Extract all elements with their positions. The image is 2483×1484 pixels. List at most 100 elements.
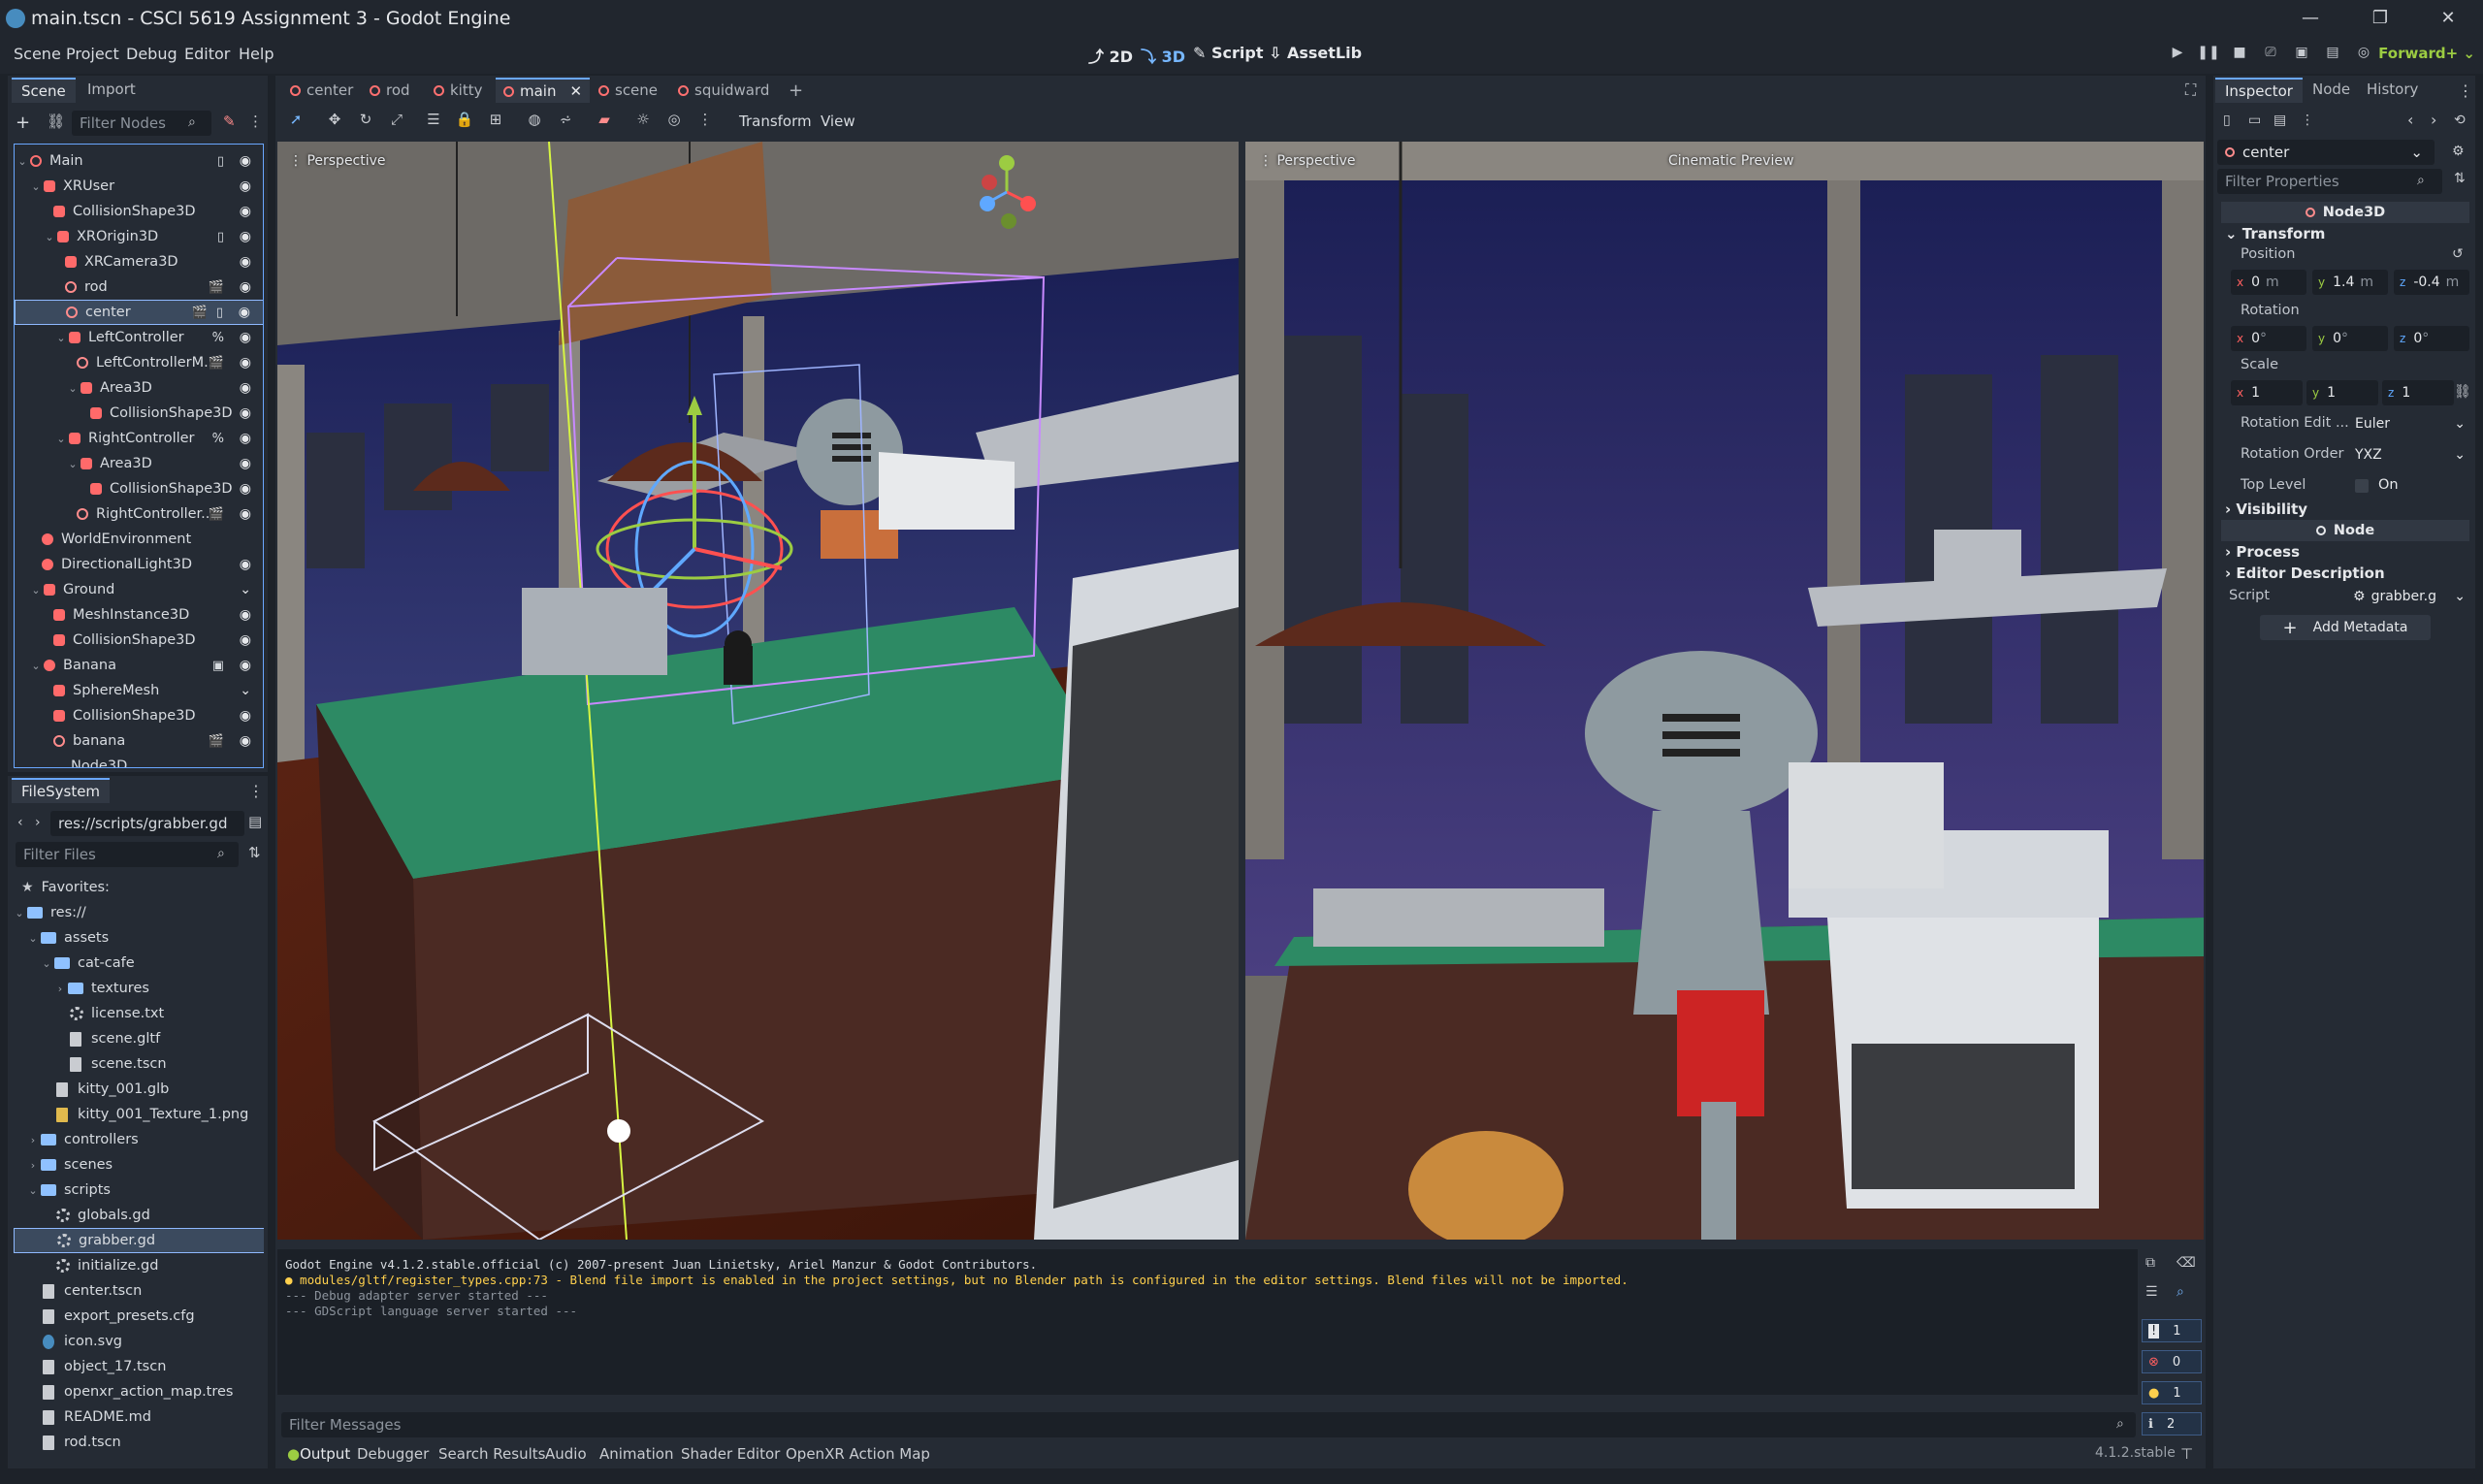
- tab-node[interactable]: Node: [2303, 78, 2360, 103]
- rotation-y-field[interactable]: y 0 °: [2312, 326, 2388, 351]
- tree-node-banana[interactable]: ⌄ Banana ▣ ◉: [15, 653, 263, 678]
- history-back-icon[interactable]: ‹: [2407, 111, 2413, 129]
- bottom-tab-debugger[interactable]: Debugger: [357, 1445, 429, 1463]
- tree-node-leftcontroller[interactable]: ⌄ LeftController% ◉: [15, 325, 263, 350]
- visibility-eye-icon[interactable]: ◉: [240, 204, 251, 219]
- scene-tab-main[interactable]: main ✕: [496, 78, 591, 103]
- tree-node-banana-mesh[interactable]: banana 🎬 ◉: [15, 728, 263, 754]
- maximize-button[interactable]: ❐: [2351, 2, 2409, 33]
- position-y-field[interactable]: y 1.4 m: [2312, 270, 2388, 295]
- viewport-right[interactable]: ⋮ Perspective Cinematic Preview: [1245, 142, 2204, 1240]
- file-item[interactable]: initialize.gd: [14, 1253, 264, 1278]
- movie-maker-icon[interactable]: ◎: [2351, 45, 2376, 66]
- viewport-menu[interactable]: ⋮ Perspective: [289, 153, 386, 169]
- section-transform[interactable]: ⌄ Transform: [2225, 225, 2325, 242]
- file-item[interactable]: scene.gltf: [14, 1026, 264, 1051]
- workspace-3d-button[interactable]: ⤵ 3D: [1141, 44, 1185, 67]
- transform-menu[interactable]: Transform: [739, 113, 812, 130]
- scene-instance-icon[interactable]: 🎬: [209, 280, 224, 295]
- tree-node-xruser[interactable]: ⌄ XRUser ◉: [15, 174, 263, 199]
- tree-node-spheremesh[interactable]: SphereMesh ⌄: [15, 678, 263, 703]
- add-node-icon[interactable]: +: [16, 113, 30, 133]
- visibility-eye-icon[interactable]: ◉: [240, 330, 251, 345]
- visibility-eye-icon[interactable]: ◉: [240, 355, 251, 371]
- tree-node-collisionshape[interactable]: CollisionShape3D ◉: [15, 401, 263, 426]
- object-history-icon[interactable]: ⟲: [2454, 113, 2466, 128]
- tree-node-worldenvironment[interactable]: WorldEnvironment: [15, 527, 263, 552]
- group-icon[interactable]: ⊞: [485, 111, 506, 132]
- tab-inspector[interactable]: Inspector: [2215, 78, 2303, 103]
- select-tool-icon[interactable]: ➚: [285, 111, 306, 132]
- folder-item[interactable]: ⌄ assets: [14, 925, 264, 951]
- folder-item[interactable]: › textures: [14, 976, 264, 1001]
- history-forward-icon[interactable]: ›: [2431, 111, 2436, 129]
- scene-instance-icon[interactable]: 🎬: [209, 507, 224, 522]
- menu-help[interactable]: Help: [239, 45, 274, 63]
- tree-node-center[interactable]: center 🎬 ▯ ◉: [15, 300, 263, 325]
- file-item[interactable]: object_17.tscn: [14, 1354, 264, 1379]
- file-item[interactable]: export_presets.cfg: [14, 1304, 264, 1329]
- tab-import[interactable]: Import: [78, 78, 145, 103]
- collapse-icon[interactable]: ⌄: [240, 582, 251, 597]
- scene-tab-center[interactable]: center: [282, 78, 361, 103]
- visibility-eye-icon[interactable]: ◉: [240, 456, 251, 471]
- visibility-eye-icon[interactable]: ◉: [240, 481, 251, 497]
- group-icon[interactable]: ▣: [212, 659, 224, 673]
- rotation-z-field[interactable]: z 0 °: [2394, 326, 2469, 351]
- sun-preview-icon[interactable]: ☼: [632, 111, 654, 132]
- script-icon[interactable]: ▯: [217, 230, 224, 244]
- back-icon[interactable]: ‹: [17, 815, 23, 830]
- distraction-free-icon[interactable]: ⛶: [2177, 78, 2204, 103]
- rotate-tool-icon[interactable]: ↻: [355, 111, 376, 132]
- scene-tab-kitty[interactable]: kitty: [426, 78, 491, 103]
- clear-icon[interactable]: ⌫: [2177, 1255, 2196, 1271]
- file-item[interactable]: rod.tscn: [14, 1430, 264, 1455]
- add-scene-tab-icon[interactable]: +: [781, 78, 811, 103]
- visibility-eye-icon[interactable]: ◉: [240, 380, 251, 396]
- top-level-checkbox[interactable]: [2355, 479, 2369, 493]
- scene-instance-icon[interactable]: 🎬: [209, 356, 224, 371]
- position-x-field[interactable]: x0m: [2231, 270, 2306, 295]
- scale-tool-icon[interactable]: ⤢: [386, 111, 407, 132]
- scene-tab-rod[interactable]: rod: [362, 78, 418, 103]
- tree-node-node3d[interactable]: Node3D: [15, 754, 263, 767]
- tree-node-meshinstance[interactable]: MeshInstance3D ◉: [15, 602, 263, 628]
- camera-preview-icon[interactable]: ▰: [594, 111, 615, 132]
- tree-node-xrcamera[interactable]: XRCamera3D ◉: [15, 249, 263, 274]
- warning-count-toggle[interactable]: ● 1: [2142, 1381, 2202, 1404]
- minimize-button[interactable]: —: [2281, 2, 2339, 33]
- tab-filesystem[interactable]: FileSystem: [12, 778, 111, 803]
- list-select-icon[interactable]: ☰: [423, 111, 444, 132]
- scene-tab-scene[interactable]: scene: [591, 78, 665, 103]
- sort-icon[interactable]: ⇅: [248, 844, 261, 861]
- tab-history[interactable]: History: [2357, 78, 2428, 103]
- favorites-item[interactable]: ★ Favorites:: [14, 875, 264, 900]
- message-count-toggle[interactable]: ! 1: [2142, 1319, 2202, 1342]
- tree-node-directionallight[interactable]: DirectionalLight3D ◉: [15, 552, 263, 577]
- tab-scene[interactable]: Scene: [12, 78, 76, 103]
- file-item[interactable]: kitty_001.glb: [14, 1077, 264, 1102]
- more-icon[interactable]: ⋮: [2301, 113, 2314, 128]
- visibility-eye-icon[interactable]: ◉: [240, 733, 251, 749]
- tree-node-collisionshape[interactable]: CollisionShape3D ◉: [15, 476, 263, 501]
- group-messages-icon[interactable]: ☰: [2145, 1284, 2158, 1300]
- file-item[interactable]: license.txt: [14, 1001, 264, 1026]
- file-item[interactable]: center.tscn: [14, 1278, 264, 1304]
- error-count-toggle[interactable]: ⊗ 0: [2142, 1350, 2202, 1373]
- tree-node-collisionshape[interactable]: CollisionShape3D ◉: [15, 628, 263, 653]
- snap-icon[interactable]: ⩫: [555, 111, 576, 132]
- more-icon[interactable]: ⋮: [2458, 81, 2473, 100]
- visibility-eye-icon[interactable]: ◉: [240, 431, 251, 446]
- bottom-tab-search-results[interactable]: Search Results: [438, 1445, 545, 1463]
- filter-settings-icon[interactable]: ⇅: [2454, 171, 2466, 186]
- close-tab-icon[interactable]: ✕: [569, 82, 582, 100]
- folder-item[interactable]: ⌄ cat-cafe: [14, 951, 264, 976]
- play-icon[interactable]: ▶: [2165, 45, 2190, 66]
- tree-node-collisionshape[interactable]: CollisionShape3D ◉: [15, 703, 263, 728]
- menu-scene[interactable]: Scene: [14, 45, 61, 63]
- add-metadata-button[interactable]: + Add Metadata: [2260, 615, 2431, 640]
- script-icon[interactable]: %: [212, 432, 224, 446]
- menu-debug[interactable]: Debug: [126, 45, 177, 63]
- bottom-tab-animation[interactable]: Animation: [599, 1445, 673, 1463]
- view-menu[interactable]: View: [821, 113, 855, 130]
